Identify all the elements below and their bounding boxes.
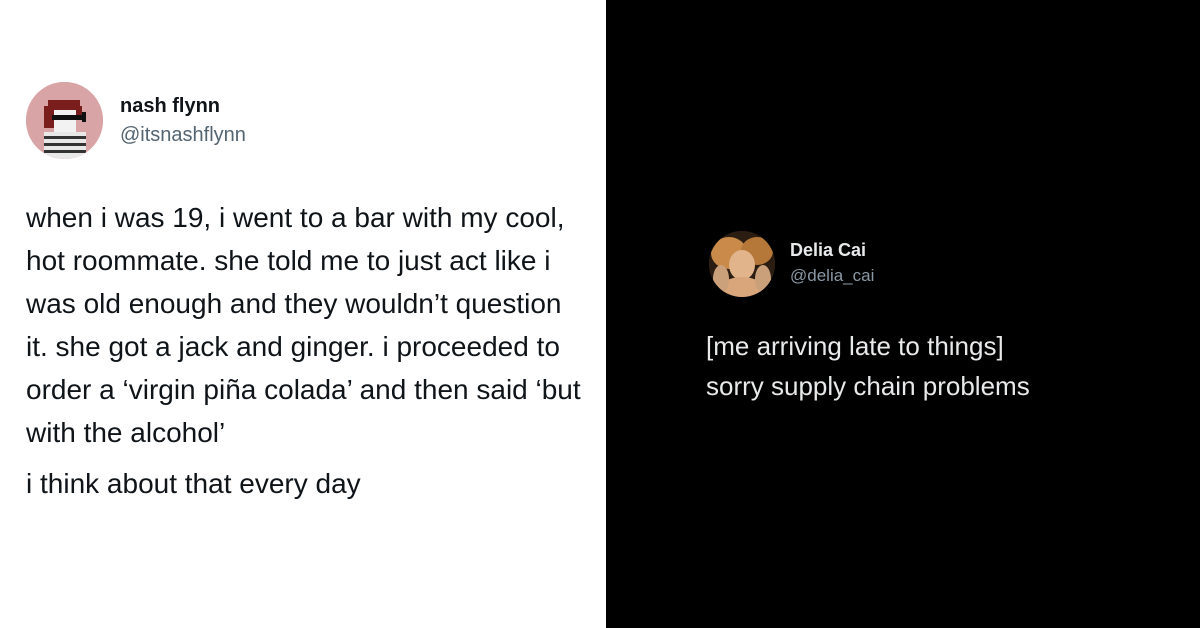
display-name[interactable]: Delia Cai	[790, 240, 866, 261]
user-handle[interactable]: @itsnashflynn	[120, 124, 246, 147]
pixel-art-avatar-icon	[26, 82, 103, 159]
tweet-paragraph: i think about that every day	[26, 468, 361, 499]
user-handle[interactable]: @delia_cai	[790, 266, 874, 286]
tweet-line: [me arriving late to things]	[706, 331, 1004, 361]
display-name[interactable]: nash flynn	[120, 95, 220, 118]
avatar[interactable]	[709, 231, 775, 297]
tweet-paragraph: when i was 19, i went to a bar with my c…	[26, 202, 581, 448]
left-tweet-card: nash flynn @itsnashflynn when i was 19, …	[0, 0, 600, 628]
tweet-text: when i was 19, i went to a bar with my c…	[26, 196, 586, 505]
avatar[interactable]	[26, 82, 103, 159]
tweet-text: [me arriving late to things] sorry suppl…	[706, 326, 1176, 406]
right-tweet-card	[606, 0, 1200, 628]
tweet-line: sorry supply chain problems	[706, 371, 1030, 401]
photo-avatar-icon	[709, 231, 775, 297]
